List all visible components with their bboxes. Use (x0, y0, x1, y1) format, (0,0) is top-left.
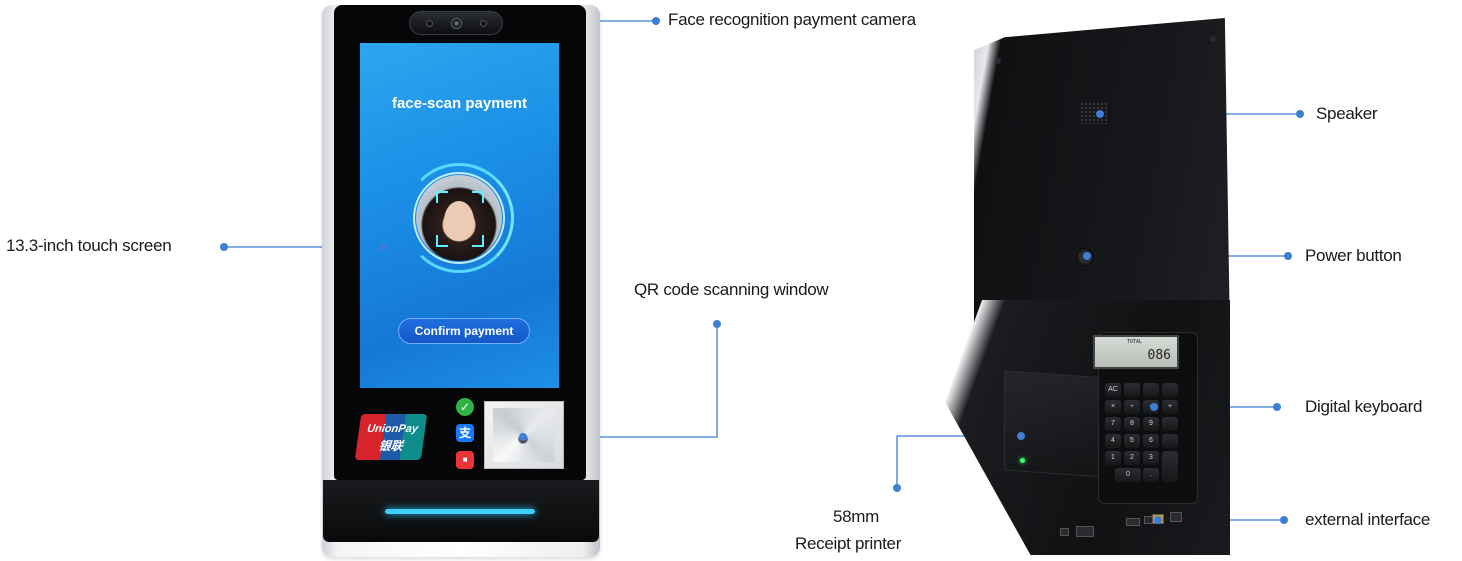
keypad-key[interactable]: · (1124, 383, 1140, 397)
keypad-key[interactable]: 3 (1143, 451, 1159, 465)
printer-size-label: 58mm (833, 507, 880, 526)
back-panel (974, 18, 1230, 338)
camera-lens-icon (451, 18, 462, 29)
qr-window-label: QR code scanning window (634, 280, 829, 299)
keypad-key[interactable]: 0 (1115, 468, 1141, 482)
camera-sensor-icon (480, 20, 487, 27)
port-icon (1170, 512, 1182, 522)
callout-dot (1154, 516, 1162, 524)
callout-dot (1296, 110, 1304, 118)
keypad-key[interactable]: ÷ (1124, 400, 1140, 414)
keypad-display: TOTAL 086 (1093, 335, 1179, 369)
printer-label: Receipt printer (795, 534, 902, 553)
display-label: TOTAL (1127, 339, 1143, 345)
callout-dot (1284, 252, 1292, 260)
keypad-key[interactable]: 9 (1143, 417, 1159, 431)
face-photo (416, 175, 502, 261)
unionpay-logo: UnionPay 银联 (354, 414, 428, 460)
callout-dot (1280, 516, 1288, 524)
port-icon (1060, 528, 1069, 536)
callout-dot (893, 484, 901, 492)
callout-dot (1273, 403, 1281, 411)
keypad-key[interactable]: . (1143, 468, 1159, 482)
keypad-key[interactable]: × (1105, 400, 1121, 414)
power-button-label: Power button (1305, 246, 1402, 265)
touch-screen[interactable]: face-scan payment Confirm payment (360, 43, 559, 388)
keypad-key[interactable]: 7 (1105, 417, 1121, 431)
callout-dot (652, 17, 660, 25)
alipay-icon: 支 (456, 424, 474, 442)
keypad-key[interactable]: 4 (1105, 434, 1121, 448)
screw-icon (995, 58, 1001, 64)
callout-dot (379, 243, 387, 251)
usb-port-icon (1076, 526, 1094, 537)
keypad-key[interactable]: + (1162, 400, 1178, 414)
speaker-label: Speaker (1316, 104, 1378, 123)
keypad-key[interactable]: AC (1105, 383, 1121, 397)
display-value: 086 (1147, 348, 1171, 363)
usb-port-icon (1126, 518, 1140, 526)
frame-corner-icon (436, 191, 448, 203)
digital-keyboard-label: Digital keyboard (1305, 397, 1423, 416)
keypad-key[interactable]: · (1143, 383, 1159, 397)
callout-dot (1083, 252, 1091, 260)
keypad-key[interactable]: 5 (1124, 434, 1140, 448)
callout-dot (220, 243, 228, 251)
keypad-key[interactable]: 8 (1124, 417, 1140, 431)
keypad-key[interactable]: · (1162, 417, 1178, 431)
keypad-key[interactable]: 6 (1143, 434, 1159, 448)
unionpay-logo-chinese-text: 银联 (377, 439, 404, 453)
keypad-key[interactable]: · (1162, 451, 1178, 482)
printer-led-icon (1020, 458, 1025, 463)
camera-label: Face recognition payment camera (668, 10, 916, 29)
indicator-light-bar (385, 509, 535, 514)
wechat-pay-icon: ✓ (456, 398, 474, 416)
camera-sensor-icon (426, 20, 433, 27)
frame-corner-icon (436, 235, 448, 247)
screen-title: face-scan payment (391, 95, 528, 112)
callout-dot (519, 433, 527, 441)
callout-dot (1096, 110, 1104, 118)
frame-corner-icon (472, 191, 484, 203)
unionpay-logo-text: UnionPay (366, 423, 419, 435)
callout-dot (713, 320, 721, 328)
screw-icon (1210, 36, 1216, 42)
touch-screen-label: 13.3-inch touch screen (6, 236, 172, 255)
confirm-payment-button[interactable]: Confirm payment (398, 318, 530, 344)
cloud-quickpass-icon: ■ (456, 451, 474, 469)
callout-dot (1150, 403, 1158, 411)
callout-dot (1017, 432, 1025, 440)
external-interface-label: external interface (1305, 510, 1431, 529)
keypad-key[interactable]: · (1162, 383, 1178, 397)
face-recognition-camera (409, 11, 503, 35)
keypad-key[interactable]: · (1162, 434, 1178, 448)
face-skin (444, 201, 474, 241)
keypad-key[interactable]: 2 (1124, 451, 1140, 465)
keypad-key[interactable]: 1 (1105, 451, 1121, 465)
frame-corner-icon (472, 235, 484, 247)
